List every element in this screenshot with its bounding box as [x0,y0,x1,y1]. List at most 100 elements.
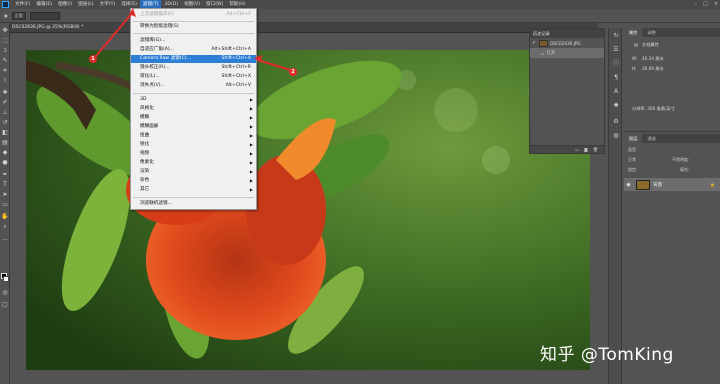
trash-icon[interactable]: 🗑 [593,146,598,153]
mode-select[interactable]: 正常 [11,11,26,20]
clone-stamp-tool-icon[interactable]: ⊥ [1,109,9,117]
height-value[interactable]: 26.89 厘米 [642,66,664,72]
menu-last-filter[interactable]: 上次滤镜操作(F) Alt+Ctrl+F [131,11,256,19]
dodge-tool-icon[interactable]: ● [1,159,9,167]
document-canvas[interactable] [26,50,590,370]
maximize-icon[interactable]: □ [703,0,708,9]
menu-layer[interactable]: 图层(L) [75,0,96,9]
tab-channels[interactable]: 通道 [642,134,660,143]
menu-bar: 文件(F) 编辑(E) 图像(I) 图层(L) 文字(Y) 选择(S) 滤镜(T… [0,0,720,9]
blend-mode-select[interactable]: 正常 [628,157,636,164]
submenu-arrow-icon: ▶ [249,115,253,120]
quick-select-tool-icon[interactable]: ✎ [1,57,9,65]
move-tool-icon[interactable]: ✥ [1,27,9,35]
screen-mode-icon[interactable]: ▢ [1,301,9,309]
menu-liquify[interactable]: 液化(L)... Shift+Ctrl+X [131,73,256,81]
menu-sub-noise[interactable]: 杂色 ▶ [131,177,256,185]
history-brush-tool-icon[interactable]: ↺ [1,119,9,127]
marquee-tool-icon[interactable]: ⬚ [1,37,9,45]
layer-thumbnail [636,179,650,190]
tab-properties[interactable]: 属性 [624,28,643,37]
minimize-icon[interactable]: – [695,0,698,9]
layer-kind-filter[interactable]: 类型 [628,147,636,154]
brush-preset-icon[interactable]: ✺ [612,102,620,110]
menu-sub-stylize[interactable]: 风格化 ▶ [131,105,256,113]
history-panel: 历史记录 ✓ DSC02636.JPG ▫ 打开 ▭ ◙ 🗑 [529,28,605,154]
menu-sub-3d[interactable]: 3D ▶ [131,96,256,104]
history-state-open[interactable]: ▫ 打开 [530,48,604,58]
menu-image[interactable]: 图像(I) [55,0,75,9]
menu-separator [133,93,254,94]
shape-tool-icon[interactable]: ▭ [1,201,9,209]
eyedropper-tool-icon[interactable]: ⌇ [1,77,9,85]
menu-separator [133,33,254,34]
history-source-icon: ✓ [532,40,537,46]
eraser-tool-icon[interactable]: ◧ [1,129,9,137]
more-tools-icon[interactable]: … [1,235,9,243]
history-snapshot[interactable]: ✓ DSC02636.JPG [530,38,604,48]
fill-label: 填充: [680,167,690,172]
document-tab-bar: DSC02636.JPG @ 25%(RGB/8) * [10,23,598,33]
blur-tool-icon[interactable]: ◆ [1,149,9,157]
close-icon[interactable]: × [714,0,718,9]
menu-sub-video[interactable]: 视频 ▶ [131,150,256,158]
info-icon[interactable]: ⓘ [612,60,620,68]
menu-filter-gallery[interactable]: 滤镜库(G)... [131,37,256,45]
document-tab[interactable]: DSC02636.JPG @ 25%(RGB/8) * [12,25,83,30]
menu-camera-raw-filter[interactable]: Camera Raw 滤镜(C)... Shift+Ctrl+A [131,55,256,63]
submenu-arrow-icon: ▶ [249,169,253,174]
layer-row-background[interactable]: ◉ 背景 🔒 [624,178,720,191]
background-color-swatch[interactable] [3,276,9,282]
menu-sub-render[interactable]: 渲染 ▶ [131,168,256,176]
pen-tool-icon[interactable]: ✒ [1,171,9,179]
character-icon[interactable]: A [612,88,620,96]
menu-sub-blur-gallery[interactable]: 模糊画廊 ▶ [131,123,256,131]
menu-file[interactable]: 文件(F) [12,0,33,9]
zoom-tool-icon[interactable]: ⌕ [1,223,9,231]
adjust-icon[interactable]: ☰ [612,46,620,54]
history-panel-icon[interactable]: ↻ [612,32,620,40]
tab-adjustments[interactable]: 调整 [642,28,660,37]
healing-brush-tool-icon[interactable]: ✚ [1,89,9,97]
snapshot-camera-icon[interactable]: ◙ [584,146,588,153]
new-document-icon[interactable]: ▭ [575,146,579,153]
tab-layers[interactable]: 图层 [624,134,643,143]
menu-separator [133,197,254,198]
menu-lens-correction[interactable]: 镜头校正(R)... Shift+Ctrl+R [131,64,256,72]
swatches-icon[interactable]: ◍ [612,132,620,140]
menu-adaptive-wide-angle[interactable]: 自适应广角(A)... Alt+Shift+Ctrl+A [131,46,256,54]
lock-icon: 🔒 [710,182,715,187]
menu-type[interactable]: 文字(Y) [97,0,119,9]
opacity-field[interactable] [29,11,60,20]
brush-tool-icon[interactable]: ✐ [1,99,9,107]
paragraph-icon[interactable]: ¶ [612,74,620,82]
path-select-tool-icon[interactable]: ➤ [1,191,9,199]
lasso-tool-icon[interactable]: ↄ [1,47,9,55]
layers-tabs: 图层 通道 [624,134,720,143]
menu-sub-blur[interactable]: 模糊 ▶ [131,114,256,122]
gradient-tool-icon[interactable]: ▤ [1,139,9,147]
tool-preset-icon[interactable]: ▣ [4,13,8,18]
width-value[interactable]: 40.34 厘米 [642,56,664,62]
hand-tool-icon[interactable]: ✋ [1,213,9,221]
menu-vanishing-point[interactable]: 消失点(V)... Alt+Ctrl+V [131,82,256,90]
menu-sub-other[interactable]: 其它 ▶ [131,186,256,194]
visibility-eye-icon[interactable]: ◉ [624,182,633,188]
submenu-arrow-icon: ▶ [249,133,253,138]
menu-edit[interactable]: 编辑(E) [33,0,55,9]
type-tool-icon[interactable]: T [1,181,9,189]
menu-convert-smart-filters[interactable]: 转换为智能滤镜(S) [131,23,256,31]
crop-tool-icon[interactable]: ⌗ [1,67,9,75]
menu-sub-distort[interactable]: 扭曲 ▶ [131,132,256,140]
menu-sub-sharpen[interactable]: 锐化 ▶ [131,141,256,149]
menu-sub-pixelate[interactable]: 像素化 ▶ [131,159,256,167]
doc-properties-title: 文档属性 [642,42,659,47]
quick-mask-icon[interactable]: ◎ [1,289,9,297]
tools-panel: ✥ ⬚ ↄ ✎ ⌗ ⌇ ✚ ✐ ⊥ ↺ ◧ ▤ ◆ ● ✒ T ➤ ▭ ✋ ⌕ … [0,23,10,384]
lock-label: 锁定: [628,167,638,172]
tool-presets-icon[interactable]: ⚙ [612,118,620,126]
menu-browse-online-filters[interactable]: 浏览联机滤镜... [131,200,256,208]
opacity-label: 不透明度: [672,157,690,162]
filter-menu: 上次滤镜操作(F) Alt+Ctrl+F 转换为智能滤镜(S) 滤镜库(G)..… [130,8,257,210]
history-panel-title[interactable]: 历史记录 [530,29,604,38]
